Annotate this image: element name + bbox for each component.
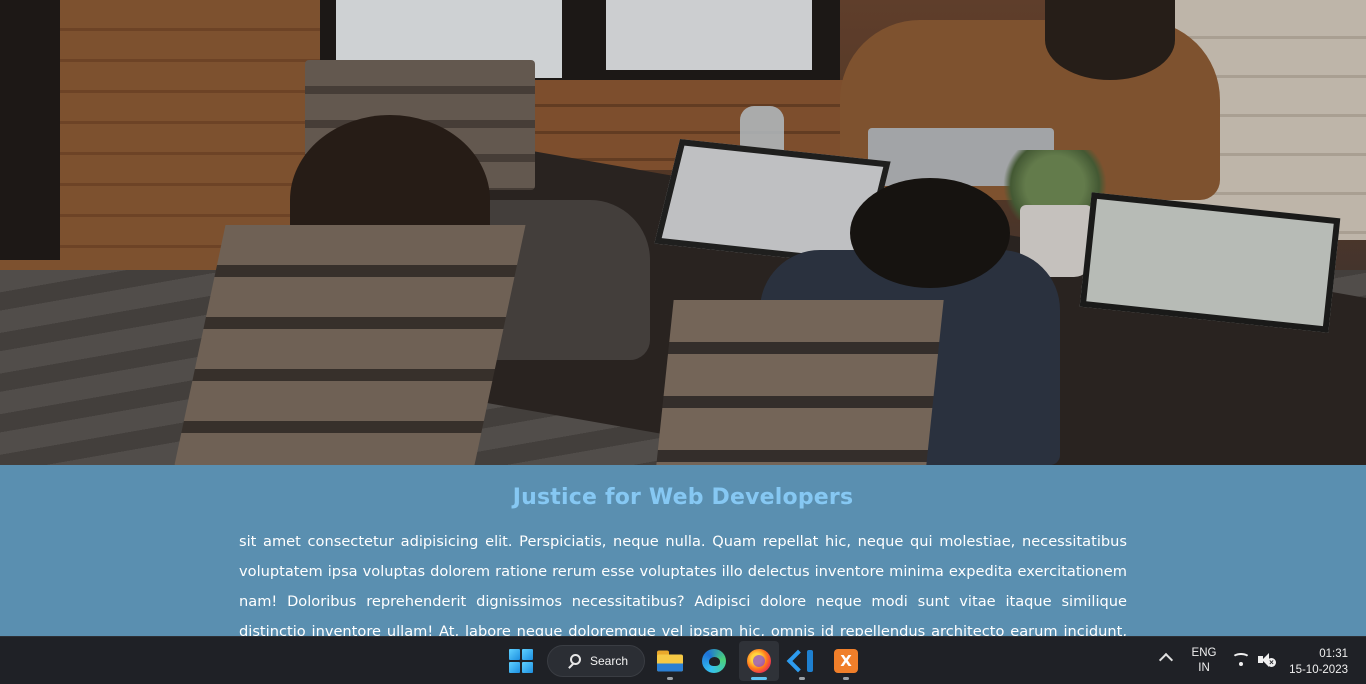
input-language-indicator[interactable]: ENG IN — [1188, 646, 1220, 676]
active-indicator — [751, 677, 767, 680]
article-title: Justice for Web Developers — [512, 485, 854, 510]
taskbar-xampp[interactable] — [826, 641, 866, 681]
wifi-icon[interactable] — [1232, 653, 1250, 667]
firefox-icon — [747, 649, 771, 673]
running-indicator — [843, 677, 849, 680]
article-section: Justice for Web Developers sit amet cons… — [0, 465, 1366, 636]
taskbar-firefox[interactable] — [739, 641, 779, 681]
running-indicator — [667, 677, 673, 680]
taskbar-edge[interactable] — [694, 641, 734, 681]
article-body: sit amet consectetur adipisicing elit. P… — [239, 533, 1127, 636]
clock-date: 15-10-2023 — [1289, 664, 1348, 676]
search-label: Search — [590, 654, 629, 668]
taskbar-file-explorer[interactable] — [650, 641, 690, 681]
vscode-icon — [786, 649, 814, 673]
taskbar-clock[interactable]: 01:31 15-10-2023 — [1286, 646, 1348, 678]
xampp-icon — [834, 649, 858, 673]
edge-icon — [702, 649, 726, 673]
file-explorer-icon — [657, 650, 683, 672]
taskbar-search-button[interactable]: Search — [547, 645, 645, 677]
running-indicator — [799, 677, 805, 680]
clock-time: 01:31 — [1319, 648, 1348, 660]
hero-image — [0, 0, 1366, 465]
chevron-up-icon[interactable] — [1158, 652, 1174, 668]
windows-start-icon — [509, 649, 533, 673]
web-page: Justice for Web Developers sit amet cons… — [0, 0, 1366, 636]
start-button[interactable] — [506, 641, 536, 681]
taskbar-vscode[interactable] — [782, 641, 822, 681]
search-icon — [570, 654, 581, 665]
taskbar: Search ENG IN × 01:31 15-10-2023 — [0, 636, 1366, 684]
volume-muted-icon[interactable]: × — [1258, 652, 1276, 668]
